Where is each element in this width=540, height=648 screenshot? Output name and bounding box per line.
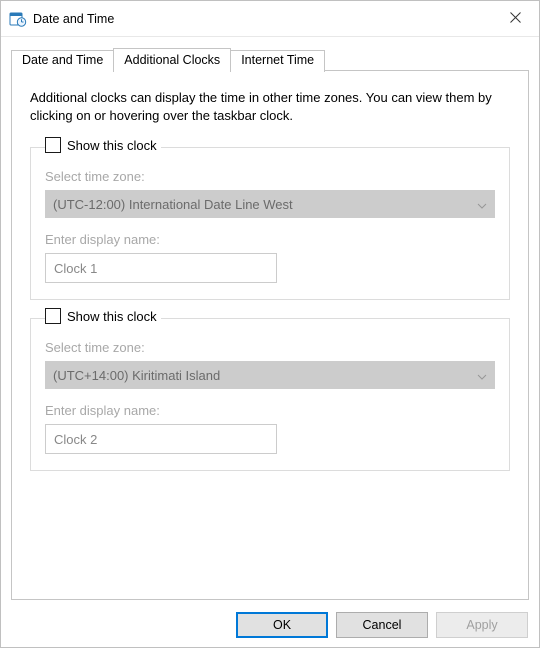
show-clock-1-label: Show this clock — [67, 138, 157, 153]
close-button[interactable] — [491, 1, 539, 37]
clock-2-displayname-value: Clock 2 — [54, 432, 97, 447]
tab-date-and-time[interactable]: Date and Time — [11, 50, 114, 72]
clock-1-timezone-value: (UTC-12:00) International Date Line West — [53, 197, 293, 212]
panel-description: Additional clocks can display the time i… — [30, 89, 510, 125]
clock-2-displayname-input[interactable]: Clock 2 — [45, 424, 277, 454]
clock-1-displayname-value: Clock 1 — [54, 261, 97, 276]
tab-area: Date and Time Additional Clocks Internet… — [1, 37, 539, 600]
tab-strip: Date and Time Additional Clocks Internet… — [11, 48, 529, 72]
clock-2-timezone-select[interactable]: (UTC+14:00) Kiritimati Island — [45, 361, 495, 389]
clock-group-2: Show this clock Select time zone: (UTC+1… — [30, 318, 510, 471]
show-clock-2-label: Show this clock — [67, 309, 157, 324]
clock-group-1: Show this clock Select time zone: (UTC-1… — [30, 147, 510, 300]
show-clock-1-checkbox[interactable] — [45, 137, 61, 153]
chevron-down-icon — [477, 197, 487, 212]
clock-1-legend: Show this clock — [45, 137, 161, 153]
close-icon — [510, 12, 521, 26]
tab-panel-additional-clocks: Additional clocks can display the time i… — [11, 70, 529, 600]
clock-1-displayname-label: Enter display name: — [45, 232, 495, 247]
window-title: Date and Time — [33, 12, 114, 26]
chevron-down-icon — [477, 368, 487, 383]
show-clock-2-checkbox[interactable] — [45, 308, 61, 324]
clock-2-legend: Show this clock — [45, 308, 161, 324]
clock-1-displayname-input[interactable]: Clock 1 — [45, 253, 277, 283]
tab-internet-time[interactable]: Internet Time — [230, 50, 325, 72]
clock-1-timezone-select[interactable]: (UTC-12:00) International Date Line West — [45, 190, 495, 218]
apply-button[interactable]: Apply — [436, 612, 528, 638]
title-bar: Date and Time — [1, 1, 539, 37]
clock-2-timezone-label: Select time zone: — [45, 340, 495, 355]
tab-additional-clocks[interactable]: Additional Clocks — [113, 48, 231, 72]
dialog-button-row: OK Cancel Apply — [236, 612, 528, 638]
date-time-icon — [9, 10, 27, 28]
cancel-button[interactable]: Cancel — [336, 612, 428, 638]
clock-1-timezone-label: Select time zone: — [45, 169, 495, 184]
clock-2-timezone-value: (UTC+14:00) Kiritimati Island — [53, 368, 220, 383]
ok-button[interactable]: OK — [236, 612, 328, 638]
clock-2-displayname-label: Enter display name: — [45, 403, 495, 418]
